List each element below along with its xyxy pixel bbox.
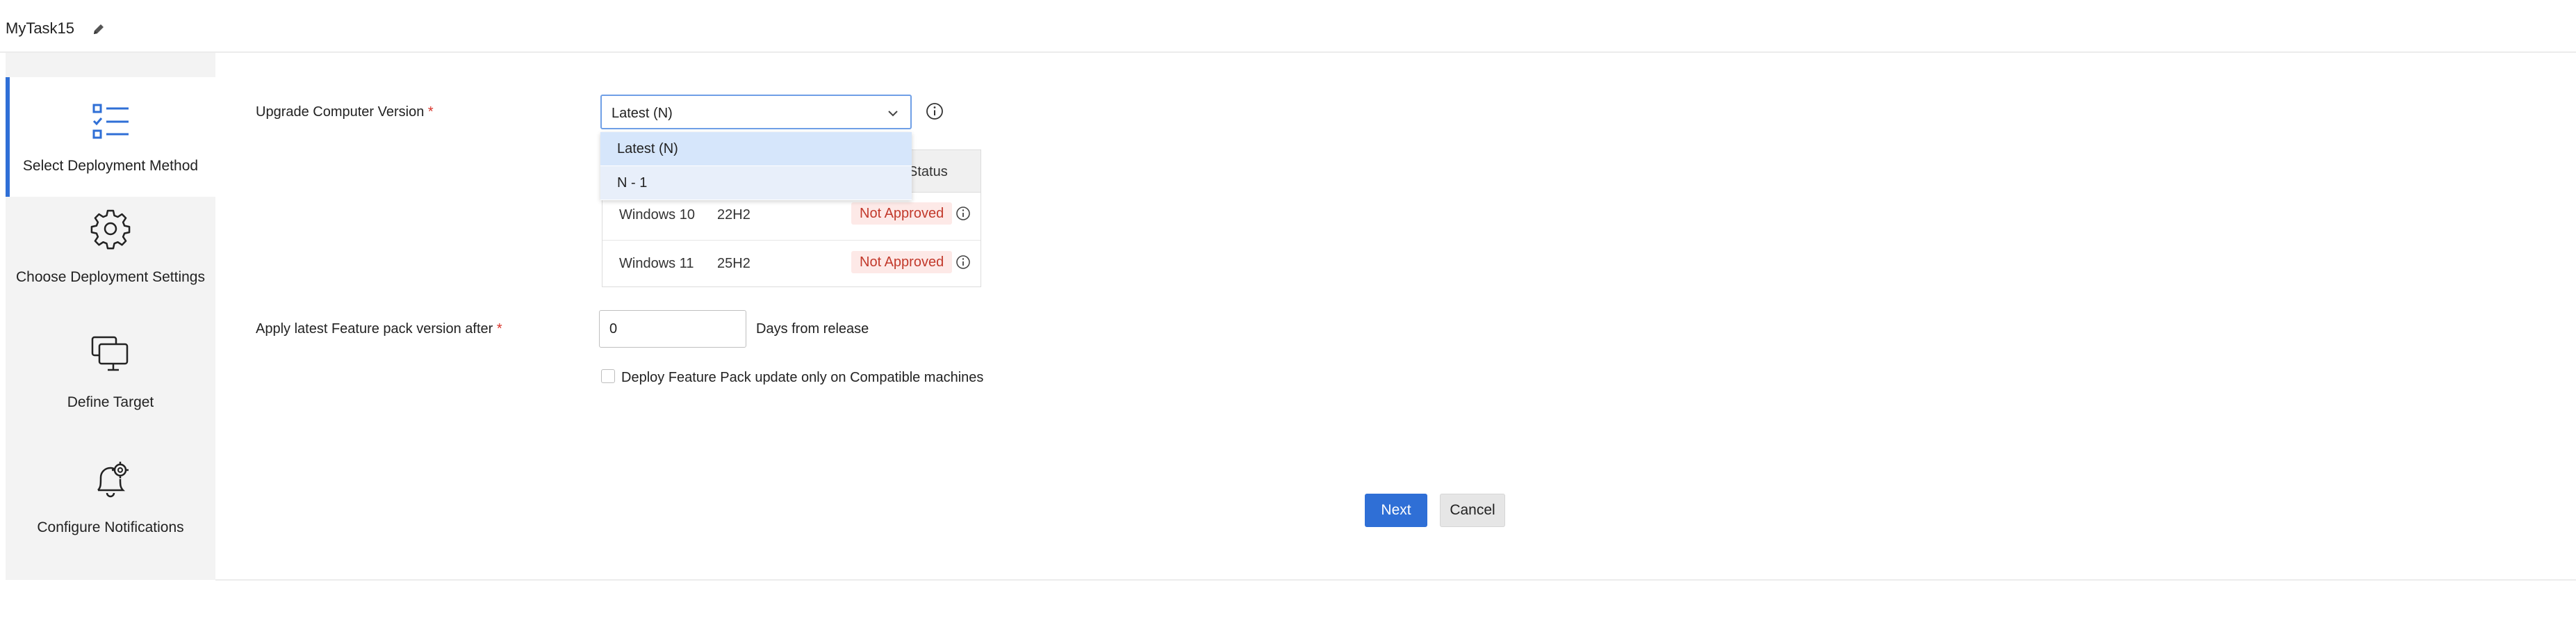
next-button[interactable]: Next <box>1365 494 1427 527</box>
os-version: 22H2 <box>717 207 750 222</box>
upgrade-version-dropdown: Latest (N) N - 1 <box>600 132 912 200</box>
compatible-checkbox[interactable] <box>601 369 615 383</box>
os-name: Windows 11 <box>619 256 694 271</box>
info-icon[interactable] <box>955 206 971 221</box>
bell-gear-icon <box>97 462 129 498</box>
wizard-sidebar: Select Deployment Method Choose Deployme… <box>6 53 215 580</box>
checklist-icon <box>92 104 129 139</box>
compatible-label: Deploy Feature Pack update only on Compa… <box>621 370 984 385</box>
step-select-deployment-method[interactable]: Select Deployment Method <box>6 77 215 197</box>
pencil-icon[interactable] <box>92 22 106 36</box>
required-asterisk: * <box>496 321 502 337</box>
table-row: Windows 11 25H2 Not Approved <box>602 240 981 288</box>
status-badge: Not Approved <box>851 202 953 225</box>
days-suffix: Days from release <box>756 321 869 337</box>
step-label: Configure Notifications <box>37 519 184 535</box>
upgrade-version-label: Upgrade Computer Version * <box>256 104 434 120</box>
feature-pack-label: Apply latest Feature pack version after … <box>256 321 502 337</box>
status-badge: Not Approved <box>851 251 953 273</box>
option-n-minus-1[interactable]: N - 1 <box>600 166 912 200</box>
option-latest[interactable]: Latest (N) <box>600 132 912 165</box>
monitors-icon <box>91 336 129 371</box>
task-title: MyTask15 <box>6 19 75 37</box>
info-icon[interactable] <box>926 102 944 120</box>
os-name: Windows 10 <box>619 207 695 222</box>
required-asterisk: * <box>427 104 434 120</box>
os-version: 25H2 <box>717 256 750 271</box>
step-choose-deployment-settings[interactable]: Choose Deployment Settings <box>6 202 215 322</box>
step-label: Select Deployment Method <box>22 158 199 174</box>
days-input[interactable] <box>599 310 746 348</box>
gear-icon <box>90 209 131 250</box>
status-column-header: Status <box>908 164 948 179</box>
header-divider <box>0 51 2576 53</box>
upgrade-version-select[interactable]: Latest (N) <box>600 95 912 129</box>
cancel-button[interactable]: Cancel <box>1440 494 1505 527</box>
selected-value: Latest (N) <box>612 106 673 121</box>
content-bottom-divider <box>215 579 2576 581</box>
step-label: Choose Deployment Settings <box>16 269 205 285</box>
step-define-target[interactable]: Define Target <box>6 327 215 447</box>
info-icon[interactable] <box>955 254 971 270</box>
step-label: Define Target <box>67 394 154 410</box>
chevron-down-icon <box>888 111 898 117</box>
step-configure-notifications[interactable]: Configure Notifications <box>6 453 215 572</box>
